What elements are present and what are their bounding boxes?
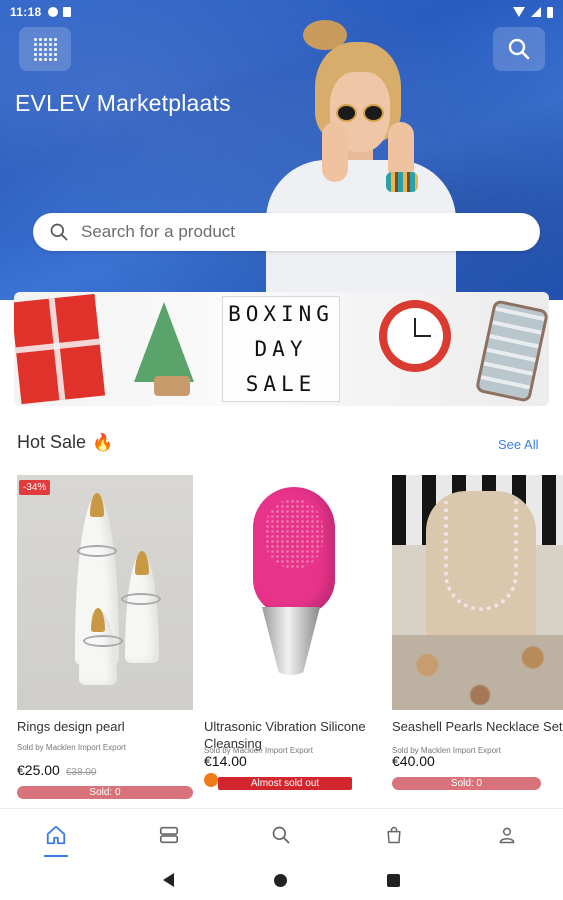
nav-search[interactable]	[261, 815, 301, 855]
price-row: €40.00	[392, 753, 563, 769]
flame-icon	[204, 773, 218, 787]
signal-icon	[531, 7, 541, 17]
search-placeholder: Search for a product	[81, 222, 236, 241]
sold-progress-bar: Sold: 0	[392, 777, 541, 790]
banner-lightbox: BOXING DAY SALE	[222, 296, 340, 402]
banner-line-2: DAY	[254, 336, 308, 361]
christmas-tree-image	[134, 302, 194, 382]
system-icons	[513, 6, 553, 18]
product-price: €40.00	[392, 753, 435, 769]
bottom-navigation	[0, 808, 563, 860]
search-icon	[508, 38, 530, 60]
nav-categories[interactable]	[149, 815, 189, 855]
search-icon	[273, 826, 290, 843]
promo-banner[interactable]: BOXING DAY SALE	[14, 292, 549, 406]
nav-bag[interactable]	[374, 815, 414, 855]
product-card[interactable]: -34% Rings design pearl Sold by Macklen …	[17, 475, 193, 799]
app-title: EVLEV Marketplaats	[15, 90, 231, 116]
hot-sale-title: Hot Sale	[17, 432, 87, 452]
banner-line-1: BOXING	[228, 302, 334, 327]
banner-line-3: SALE	[245, 371, 317, 396]
grid-menu-icon	[33, 37, 57, 61]
hero-model-image	[258, 12, 458, 300]
system-navigation-bar	[0, 860, 563, 900]
recents-icon[interactable]	[387, 873, 400, 887]
profile-icon	[499, 827, 515, 843]
sim-icon	[62, 7, 71, 17]
hero-header: 11:18 EVLEV Marketplaats Search for a pr…	[0, 0, 563, 300]
categories-icon	[159, 826, 178, 843]
product-image[interactable]: -34%	[17, 475, 193, 710]
price-row: €14.00	[204, 753, 380, 769]
product-seller: Sold by Macklen Import Export	[204, 746, 313, 755]
product-seller: Sold by Macklen Import Export	[392, 746, 501, 755]
back-icon[interactable]	[163, 873, 174, 887]
wifi-icon	[513, 7, 525, 17]
section-title: Hot Sale 🔥	[17, 432, 113, 453]
menu-button[interactable]	[19, 27, 71, 71]
nav-profile[interactable]	[487, 815, 527, 855]
search-icon	[50, 223, 68, 241]
home-button-icon[interactable]	[274, 873, 287, 887]
product-seller: Sold by Macklen Import Export	[17, 743, 126, 752]
see-all-link[interactable]: See All	[498, 437, 538, 452]
bag-icon	[387, 826, 401, 843]
sold-progress-bar: Almost sold out	[218, 777, 352, 790]
gift-box-image	[14, 293, 106, 405]
nav-home[interactable]	[36, 815, 76, 857]
product-card[interactable]: Ultrasonic Vibration Silicone Cleansing …	[204, 475, 380, 790]
discount-badge: -34%	[19, 480, 51, 495]
battery-icon	[547, 6, 553, 18]
product-image[interactable]	[392, 475, 563, 710]
header-search-button[interactable]	[493, 27, 545, 71]
fire-icon: 🔥	[92, 432, 114, 452]
search-input[interactable]: Search for a product	[33, 213, 540, 251]
product-old-price: €38.00	[65, 767, 97, 778]
product-card[interactable]: Seashell Pearls Necklace Set Sold by Mac…	[392, 475, 563, 790]
notification-icons	[47, 7, 71, 17]
alarm-clock-image	[379, 300, 451, 372]
sled-image	[474, 299, 549, 403]
product-price: €14.00	[204, 753, 247, 769]
product-image[interactable]	[204, 475, 380, 710]
sold-progress-bar: Sold: 0	[17, 786, 193, 799]
status-time: 11:18	[10, 5, 42, 19]
price-row: €25.00 €38.00	[17, 762, 193, 778]
product-price: €25.00	[17, 762, 60, 778]
home-icon	[47, 825, 66, 844]
notification-icon	[47, 7, 58, 17]
product-name[interactable]: Rings design pearl	[17, 718, 193, 735]
